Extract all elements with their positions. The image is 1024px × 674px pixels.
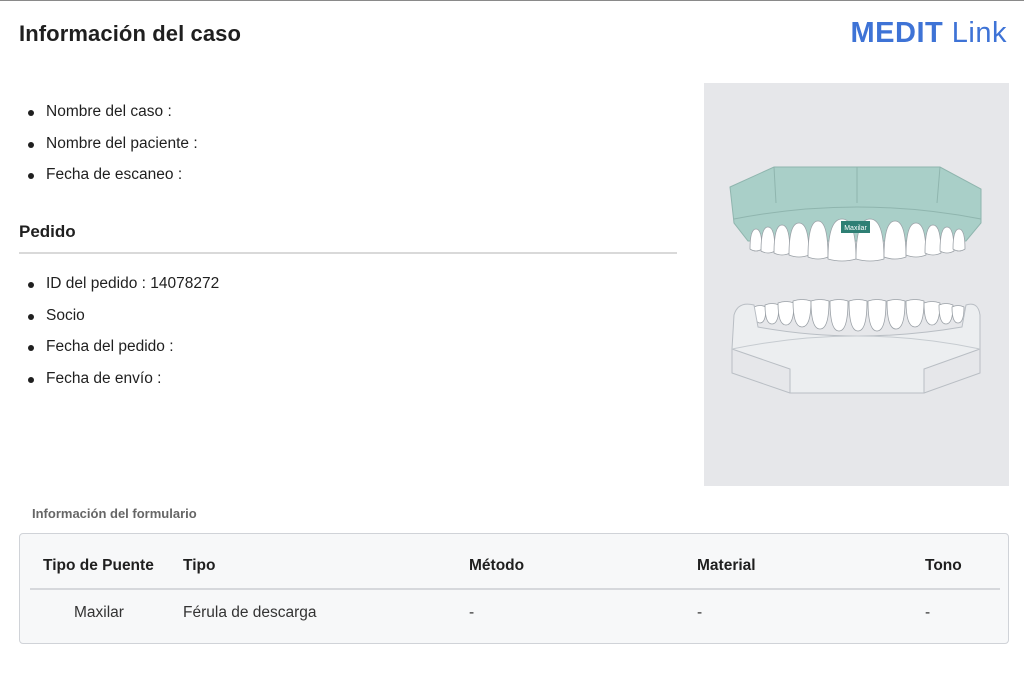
cell-type: Férula de descarga — [183, 604, 317, 621]
col-header-method: Método — [469, 557, 525, 574]
table-header-rule — [30, 588, 1000, 590]
order-info-list: ID del pedido : 14078272 Socio Fecha del… — [28, 274, 219, 400]
ship-date-item: Fecha de envío : — [28, 369, 219, 401]
upper-arch-label: Maxilar — [844, 225, 867, 232]
col-header-material: Material — [697, 557, 756, 574]
page-title: Información del caso — [19, 21, 242, 46]
form-info-title: Información del formulario — [32, 506, 197, 521]
cell-shade: - — [925, 604, 931, 621]
order-date-item: Fecha del pedido : — [28, 337, 219, 369]
medit-link-logo: MEDIT Link — [851, 17, 1007, 50]
col-header-type: Tipo — [183, 557, 216, 574]
cell-method: - — [469, 604, 475, 621]
col-header-shade: Tono — [925, 557, 962, 574]
brand-main: MEDIT — [850, 17, 944, 49]
case-info-list: Nombre del caso : Nombre del paciente : … — [28, 102, 198, 197]
col-header-bridge-type: Tipo de Puente — [43, 557, 154, 574]
case-name-item: Nombre del caso : — [28, 102, 198, 134]
order-divider — [19, 252, 677, 254]
dental-arches-illustration: Maxilar — [729, 166, 982, 394]
cell-bridge-type: Maxilar — [74, 604, 124, 621]
patient-name-item: Nombre del paciente : — [28, 134, 198, 166]
brand-suffix: Link — [951, 17, 1007, 49]
partner-item: Socio — [28, 306, 219, 338]
order-id-item: ID del pedido : 14078272 — [28, 274, 219, 306]
scan-preview[interactable]: Maxilar — [704, 83, 1009, 486]
order-section-title: Pedido — [19, 222, 76, 241]
scan-date-item: Fecha de escaneo : — [28, 165, 198, 197]
cell-material: - — [697, 604, 703, 621]
form-info-table: Tipo de Puente Tipo Método Material Tono… — [19, 533, 1009, 644]
